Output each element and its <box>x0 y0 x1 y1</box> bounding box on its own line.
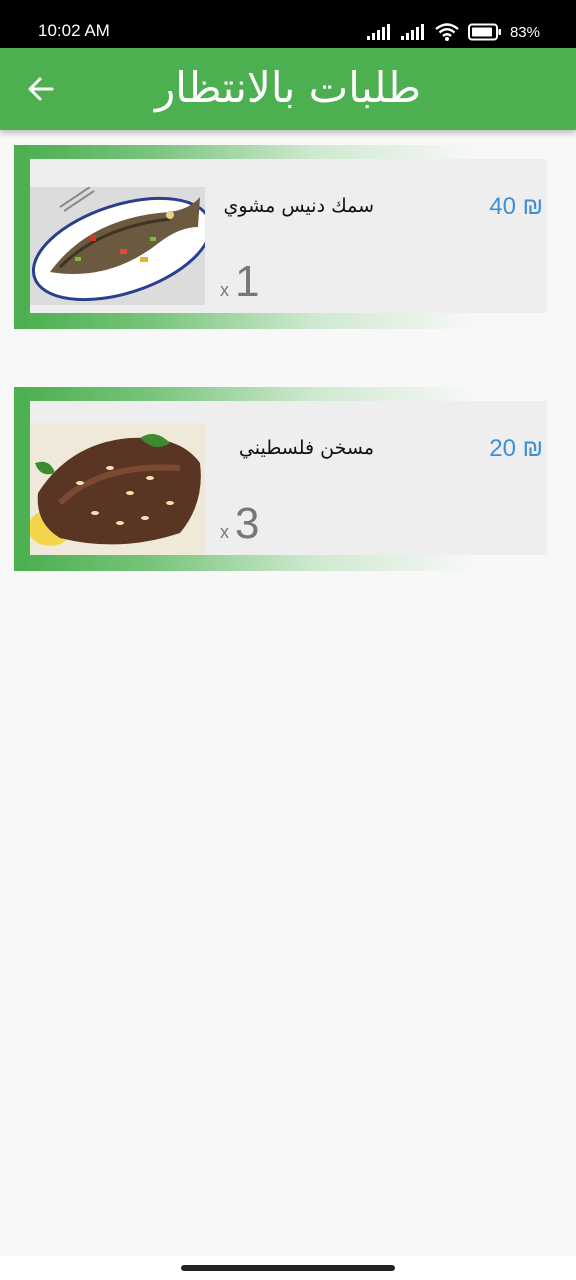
status-bar: 10:02 AM 83% <box>0 0 576 48</box>
signal-icon <box>400 24 424 40</box>
battery-percent: 83% <box>509 23 540 41</box>
status-icons: 83% <box>366 20 540 44</box>
app-bar: طلبات بالانتظار <box>0 48 576 130</box>
order-item-name: مسخن فلسطيني <box>238 437 374 459</box>
battery-icon <box>467 23 501 41</box>
grilled-fish-photo <box>30 187 205 305</box>
order-item-name: سمك دنيس مشوي <box>223 195 374 217</box>
order-quantity: x 3 <box>220 499 259 549</box>
order-item-price: 20 ₪ <box>489 435 543 462</box>
order-card[interactable]: مسخن فلسطيني 20 ₪ x 3 <box>14 387 560 571</box>
musakhan-chicken-photo <box>30 423 205 555</box>
status-time: 10:02 AM <box>38 21 110 40</box>
signal-icon <box>366 24 390 40</box>
order-quantity: x 1 <box>220 257 259 307</box>
order-card-body: سمك دنيس مشوي 40 ₪ x 1 <box>30 159 547 313</box>
order-card[interactable]: سمك دنيس مشوي 40 ₪ x 1 <box>14 145 560 329</box>
order-card-body: مسخن فلسطيني 20 ₪ x 3 <box>30 401 547 555</box>
order-item-price: 40 ₪ <box>489 193 543 220</box>
quantity-prefix: x <box>220 280 229 300</box>
quantity-value: 3 <box>235 499 260 548</box>
gesture-handle[interactable] <box>181 1265 395 1271</box>
quantity-prefix: x <box>220 522 229 542</box>
page-title: طلبات بالانتظار <box>154 63 422 112</box>
wifi-icon <box>435 23 459 41</box>
quantity-value: 1 <box>235 257 260 306</box>
